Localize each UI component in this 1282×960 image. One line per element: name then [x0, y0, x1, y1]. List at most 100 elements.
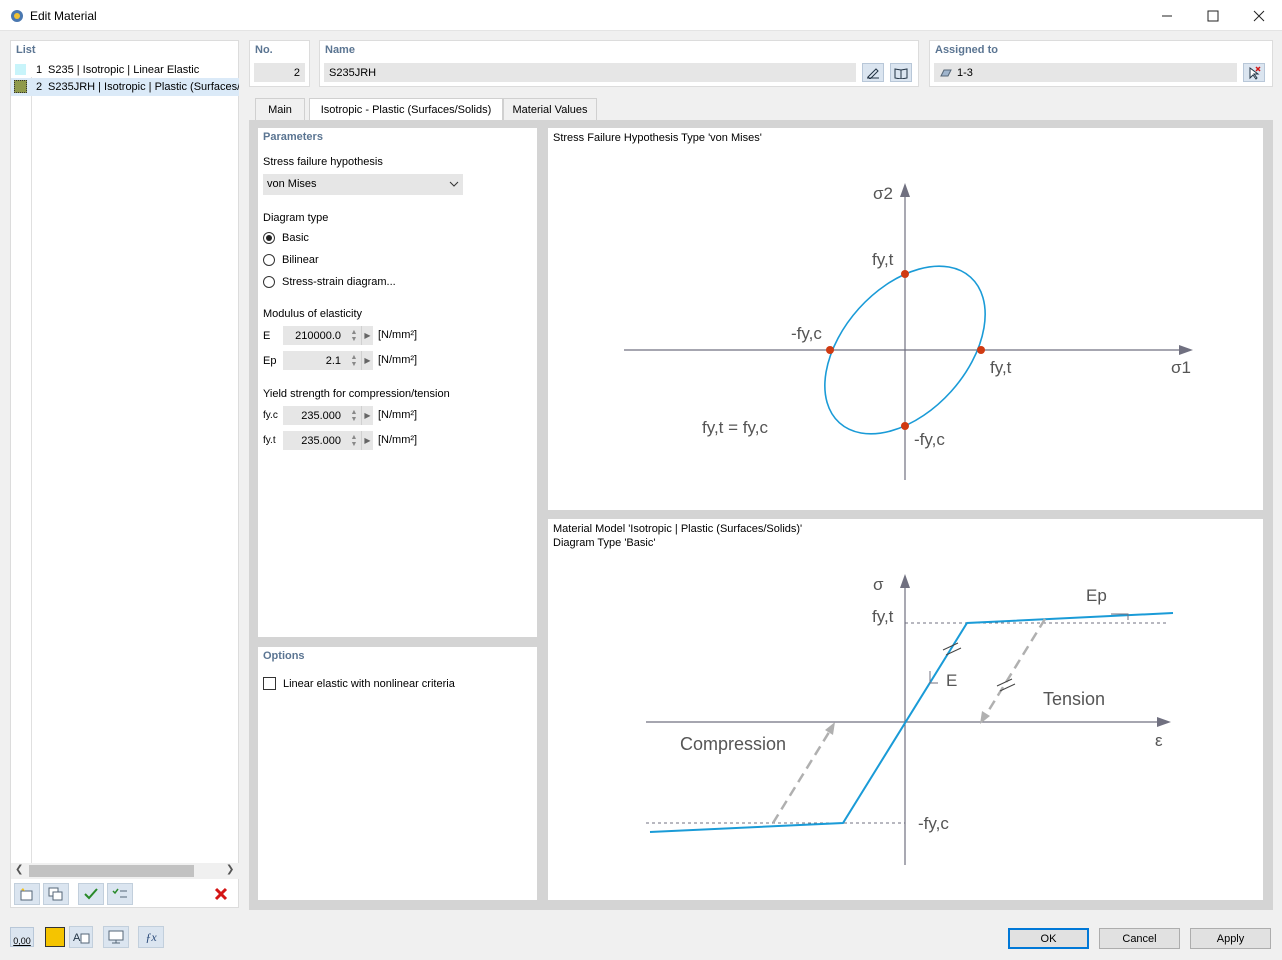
- check-list-icon: [112, 888, 127, 898]
- copy-material-button[interactable]: [43, 883, 69, 905]
- pick-cursor-icon: [1249, 65, 1261, 80]
- expand-arrow-icon[interactable]: ▶: [361, 351, 373, 370]
- checkbox[interactable]: [263, 677, 276, 690]
- tab-label: Isotropic - Plastic (Surfaces/Solids): [320, 104, 492, 116]
- pick-assignment-button[interactable]: [1243, 63, 1265, 82]
- edit-name-button[interactable]: [862, 63, 884, 82]
- radio-bilinear[interactable]: Bilinear: [263, 254, 319, 266]
- radio-button[interactable]: [263, 232, 275, 244]
- new-material-button[interactable]: [14, 883, 40, 905]
- tab-main[interactable]: Main: [255, 98, 305, 120]
- options-header: Options: [263, 650, 305, 662]
- fyt-value: 235.000: [301, 434, 341, 447]
- info-button[interactable]: A: [69, 926, 93, 948]
- parameters-header: Parameters: [263, 131, 323, 143]
- equation-label: fy,t = fy,c: [702, 418, 768, 437]
- units-decimals-button[interactable]: 0,00: [10, 927, 34, 947]
- info-table-icon: A: [73, 932, 90, 944]
- assigned-panel: Assigned to 1-3: [929, 40, 1273, 87]
- spin-arrows-icon[interactable]: ▲ ▼: [347, 326, 361, 345]
- maximize-button[interactable]: [1190, 0, 1236, 31]
- radio-label: Stress-strain diagram...: [282, 276, 396, 288]
- material-color-swatch: [14, 80, 27, 93]
- ep-input[interactable]: 2.1 ▲ ▼ ▶: [283, 351, 373, 370]
- sigma2-label: σ2: [873, 184, 893, 203]
- spin-arrows-icon[interactable]: ▲ ▼: [347, 431, 361, 450]
- radio-basic[interactable]: Basic: [263, 232, 309, 244]
- scroll-left-icon[interactable]: ❮: [15, 864, 23, 875]
- expand-arrow-icon[interactable]: ▶: [361, 326, 373, 345]
- list-header: List: [16, 44, 36, 56]
- expand-arrow-icon[interactable]: ▶: [361, 406, 373, 425]
- apply-button[interactable]: Apply: [1190, 928, 1271, 949]
- horizontal-scrollbar[interactable]: ❮ ❯: [11, 863, 239, 879]
- ep-label: Ep: [263, 355, 277, 367]
- sigma-arrow: [900, 574, 910, 588]
- ok-button[interactable]: OK: [1008, 928, 1089, 949]
- cancel-button[interactable]: Cancel: [1099, 928, 1180, 949]
- e-label: E: [263, 330, 271, 342]
- ep-slope-label: Ep: [1086, 586, 1107, 605]
- radio-button[interactable]: [263, 254, 275, 266]
- sigma2-arrow: [900, 183, 910, 197]
- assigned-label: Assigned to: [935, 44, 998, 56]
- app-icon: [11, 10, 23, 22]
- delete-button[interactable]: [209, 884, 233, 904]
- chevron-down-icon: [449, 181, 459, 187]
- check-selected-button[interactable]: [107, 883, 133, 905]
- list-panel: List 1 S235 | Isotropic | Linear Elastic…: [10, 40, 239, 908]
- fyt-input[interactable]: 235.000 ▲ ▼ ▶: [283, 431, 373, 450]
- fyc-input[interactable]: 235.000 ▲ ▼ ▶: [283, 406, 373, 425]
- radio-stress-strain[interactable]: Stress-strain diagram...: [263, 276, 396, 288]
- name-field[interactable]: S235JRH: [324, 63, 856, 82]
- e-slope-label: E: [946, 671, 958, 690]
- book-icon: [894, 67, 908, 79]
- expand-arrow-icon[interactable]: ▶: [361, 431, 373, 450]
- material-color-swatch: [15, 64, 26, 75]
- linear-elastic-option[interactable]: Linear elastic with nonlinear criteria: [263, 677, 455, 690]
- fyc-left-label: -fy,c: [791, 324, 822, 343]
- number-label: No.: [255, 44, 273, 56]
- maximize-icon: [1207, 10, 1219, 21]
- function-icon: ƒx: [145, 929, 157, 944]
- scrollbar-thumb[interactable]: [29, 865, 194, 877]
- tension-unloading-line: [982, 618, 1047, 719]
- spin-arrows-icon[interactable]: ▲ ▼: [347, 406, 361, 425]
- spin-arrows-icon[interactable]: ▲ ▼: [347, 351, 361, 370]
- library-button[interactable]: [890, 63, 912, 82]
- tab-material-values[interactable]: Material Values: [503, 98, 597, 120]
- compression-arrow: [825, 722, 835, 735]
- tab-isotropic-plastic[interactable]: Isotropic - Plastic (Surfaces/Solids): [309, 98, 503, 121]
- view-button[interactable]: [103, 926, 129, 948]
- list-item[interactable]: 1 S235 | Isotropic | Linear Elastic: [11, 61, 239, 79]
- new-icon: [20, 888, 33, 901]
- scroll-right-icon[interactable]: ❯: [226, 864, 234, 875]
- fyt-label: fy.t: [263, 435, 276, 446]
- ep-unit: [N/mm²]: [378, 354, 418, 366]
- e-input[interactable]: 210000.0 ▲ ▼ ▶: [283, 326, 373, 345]
- radio-button[interactable]: [263, 276, 275, 288]
- function-button[interactable]: ƒx: [138, 926, 164, 948]
- von-mises-diagram: [624, 183, 1193, 480]
- epsilon-arrow: [1157, 717, 1171, 727]
- sigma1-label: σ1: [1171, 358, 1191, 377]
- assigned-field[interactable]: 1-3: [934, 63, 1237, 82]
- epsilon-label: ε: [1155, 731, 1163, 750]
- check-icon: [84, 888, 98, 900]
- fyc-bottom-label: -fy,c: [914, 430, 945, 449]
- failure-hypothesis-select[interactable]: von Mises: [263, 174, 463, 195]
- point-fyc-left: [826, 346, 834, 354]
- stress-strain-diagram: [646, 574, 1174, 865]
- e-unit: [N/mm²]: [378, 329, 418, 341]
- close-button[interactable]: [1236, 0, 1282, 31]
- modulus-label: Modulus of elasticity: [263, 308, 363, 320]
- list-item-no: 1: [36, 64, 43, 76]
- color-button[interactable]: [45, 927, 65, 947]
- check-all-button[interactable]: [78, 883, 104, 905]
- minimize-button[interactable]: [1144, 0, 1190, 31]
- list-item-label: S235JRH | Isotropic | Plastic (Surfaces/: [48, 81, 239, 93]
- list-item-selected[interactable]: 2 S235JRH | Isotropic | Plastic (Surface…: [11, 78, 239, 96]
- checkbox-label: Linear elastic with nonlinear criteria: [283, 677, 455, 690]
- window-title: Edit Material: [30, 9, 97, 23]
- number-field[interactable]: 2: [254, 63, 305, 82]
